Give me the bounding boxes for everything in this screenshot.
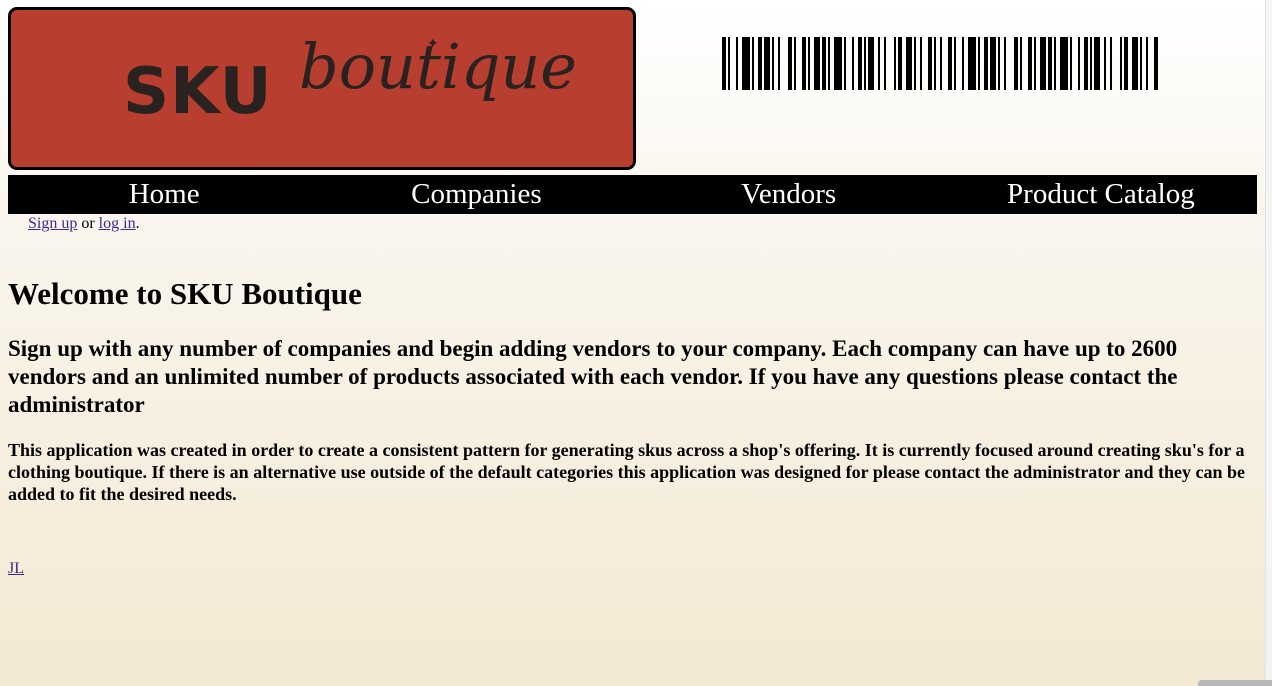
nav-item-product-catalog[interactable]: Product Catalog	[945, 175, 1257, 214]
main-nav: Home Companies Vendors Product Catalog	[8, 175, 1257, 214]
nav-item-home[interactable]: Home	[8, 175, 320, 214]
window-scroll-edge	[1265, 0, 1272, 686]
nav-item-companies[interactable]: Companies	[320, 175, 632, 214]
logo-sku-text: SKU	[123, 55, 273, 129]
sign-up-link[interactable]: Sign up	[28, 215, 77, 232]
site-logo[interactable]: SKU boutique ✦	[8, 7, 636, 170]
auth-suffix: .	[135, 215, 140, 232]
auth-separator: or	[77, 215, 99, 232]
intro-heading: Sign up with any number of companies and…	[8, 336, 1178, 417]
logo-star-icon: ✦	[427, 37, 439, 52]
page-title: Welcome to SKU Boutique	[8, 276, 362, 311]
nav-item-vendors[interactable]: Vendors	[633, 175, 945, 214]
auth-links: Sign up or log in.	[28, 215, 140, 233]
barcode-icon	[722, 37, 1158, 90]
description-text: This application was created in order to…	[8, 440, 1245, 504]
resize-grip[interactable]	[1198, 680, 1272, 686]
log-in-link[interactable]: log in	[99, 215, 136, 232]
author-link[interactable]: JL	[8, 560, 24, 577]
